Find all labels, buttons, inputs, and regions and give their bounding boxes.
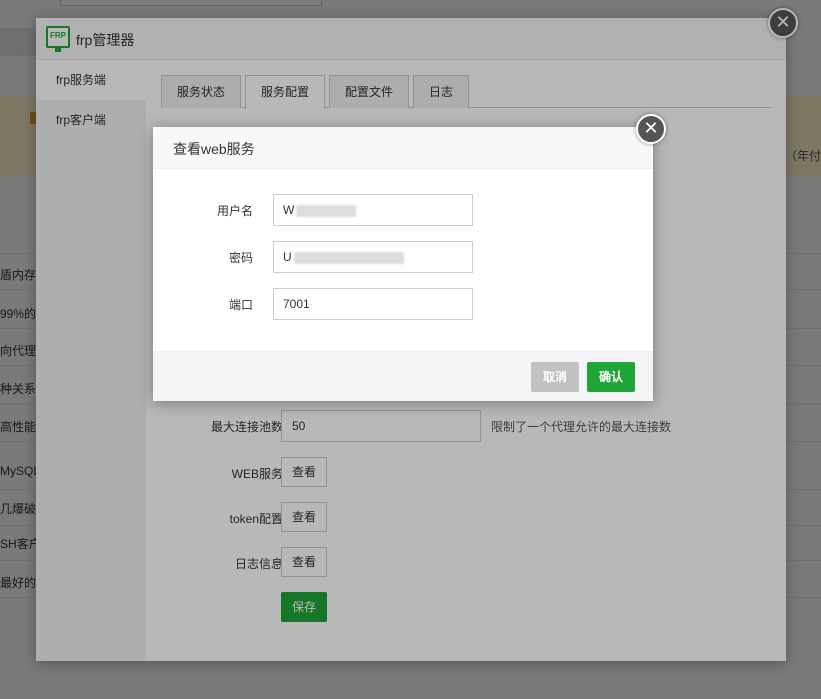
dialog-header: 查看web服务: [153, 127, 653, 169]
port-label: 端口: [228, 298, 253, 312]
password-label: 密码: [228, 251, 253, 265]
port-field[interactable]: 7001: [273, 288, 473, 320]
port-row: 端口 7001: [153, 288, 653, 320]
web-service-dialog: 查看web服务 ✕ 用户名 W 密码 U 端口 7001 取消 确认: [153, 114, 666, 401]
username-label: 用户名: [216, 204, 253, 218]
redacted-text: [293, 251, 404, 264]
password-field[interactable]: U: [273, 241, 473, 273]
username-field[interactable]: W: [273, 194, 473, 226]
username-value: W: [283, 203, 295, 217]
username-row: 用户名 W: [153, 194, 653, 226]
dialog-title: 查看web服务: [173, 141, 255, 157]
dialog-close-icon[interactable]: ✕: [636, 114, 666, 144]
cancel-button[interactable]: 取消: [531, 362, 579, 392]
password-row: 密码 U: [153, 241, 653, 273]
password-value: U: [283, 250, 292, 264]
dialog-footer: 取消 确认: [153, 351, 653, 401]
confirm-button[interactable]: 确认: [587, 362, 635, 392]
redacted-text: [296, 204, 357, 217]
